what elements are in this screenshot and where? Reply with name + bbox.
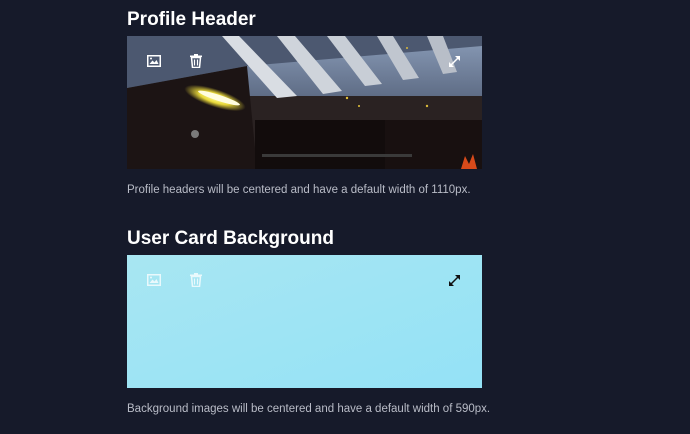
image-icon[interactable] xyxy=(143,50,165,72)
user-card-background-title: User Card Background xyxy=(127,228,334,249)
user-card-background-note: Background images will be centered and h… xyxy=(127,403,491,415)
profile-header-banner[interactable] xyxy=(127,36,482,169)
profile-header-image xyxy=(127,36,482,169)
profile-header-note: Profile headers will be centered and hav… xyxy=(127,184,471,196)
profile-header-title: Profile Header xyxy=(127,9,256,30)
user-card-background-image xyxy=(127,255,482,388)
image-icon[interactable] xyxy=(143,269,165,291)
settings-page: Profile Header Profile headers will be c… xyxy=(0,0,690,434)
trash-icon[interactable] xyxy=(185,50,207,72)
expand-icon[interactable] xyxy=(443,50,465,72)
trash-icon[interactable] xyxy=(185,269,207,291)
user-card-background-banner[interactable] xyxy=(127,255,482,388)
expand-icon[interactable] xyxy=(443,269,465,291)
